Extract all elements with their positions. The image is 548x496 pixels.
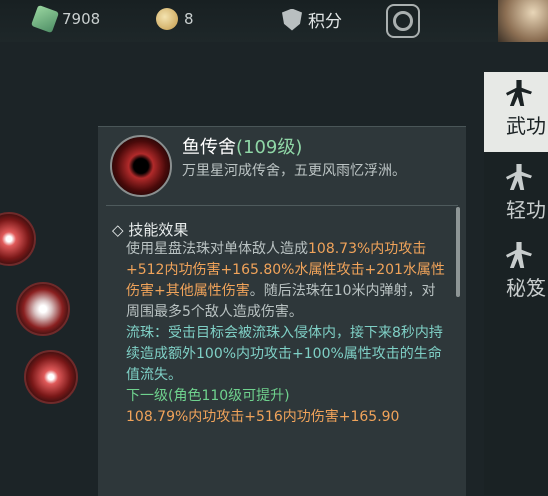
gem-currency: 7908 <box>30 4 101 34</box>
coin-bag-icon <box>156 8 178 30</box>
tab-lightness-skill[interactable]: 轻功 <box>484 156 548 236</box>
effect-paragraph: 使用星盘法珠对单体敌人造成108.73%内功攻击+512内功伤害+165.80%… <box>126 239 448 323</box>
martial-artist-icon <box>506 80 532 106</box>
skill-level: (109级) <box>236 137 303 158</box>
category-tabs: 武功 轻功 秘笈 <box>484 72 548 495</box>
effect-text-1: 使用星盘法珠对单体敌人造成 <box>126 241 308 257</box>
divider <box>106 205 458 206</box>
score-label: 积分 <box>308 12 342 32</box>
gem-count: 7908 <box>62 10 101 28</box>
section-title: ◇ 技能效果 <box>112 221 189 239</box>
next-level-title: 下一级(角色110级可提升) <box>126 388 290 404</box>
tab-label: 秘笈 <box>506 276 546 300</box>
gold-count: 8 <box>184 10 194 28</box>
skill-detail-card: 鱼传舍(109级) 万里星河成传舍，五更风雨忆浮洲。 ◇ 技能效果 使用星盘法珠… <box>98 126 466 496</box>
skill-title: 鱼传舍(109级) <box>182 133 302 159</box>
gear-icon <box>393 11 413 31</box>
skill-effect-text: 使用星盘法珠对单体敌人造成108.73%内功攻击+512内功伤害+165.80%… <box>126 239 448 428</box>
skill-slot-3[interactable] <box>24 350 78 404</box>
skill-icon <box>110 135 172 197</box>
tab-label: 轻功 <box>506 198 546 222</box>
tab-label: 武功 <box>506 114 546 138</box>
section-title-label: 技能效果 <box>128 221 189 239</box>
settings-button[interactable] <box>386 4 420 38</box>
tab-martial-arts[interactable]: 武功 <box>484 72 548 152</box>
secret-manual-icon <box>506 242 532 268</box>
flower-decoration-icon <box>498 0 548 42</box>
skill-slot-1[interactable] <box>0 212 36 266</box>
gold-currency: 8 <box>156 8 194 30</box>
scrollbar[interactable] <box>456 207 460 297</box>
score-button[interactable]: 积分 <box>282 7 342 32</box>
skill-slot-2[interactable] <box>16 282 70 336</box>
top-bar: 7908 8 积分 <box>0 0 548 42</box>
skill-slot-panel <box>0 190 90 495</box>
skill-description: 万里星河成传舍，五更风雨忆浮洲。 <box>182 163 406 179</box>
liuzhu-effect: 流珠：受击目标会被流珠入侵体内，接下来8秒内持续造成额外100%内功攻击+100… <box>126 325 443 383</box>
next-level-value: 108.79%内功攻击+516内功伤害+165.90 <box>126 409 400 425</box>
skill-name: 鱼传舍 <box>182 137 236 158</box>
gem-icon <box>30 4 60 34</box>
shield-icon <box>282 8 302 31</box>
lightness-skill-icon <box>506 164 532 190</box>
tab-secret-manual[interactable]: 秘笈 <box>484 234 548 314</box>
